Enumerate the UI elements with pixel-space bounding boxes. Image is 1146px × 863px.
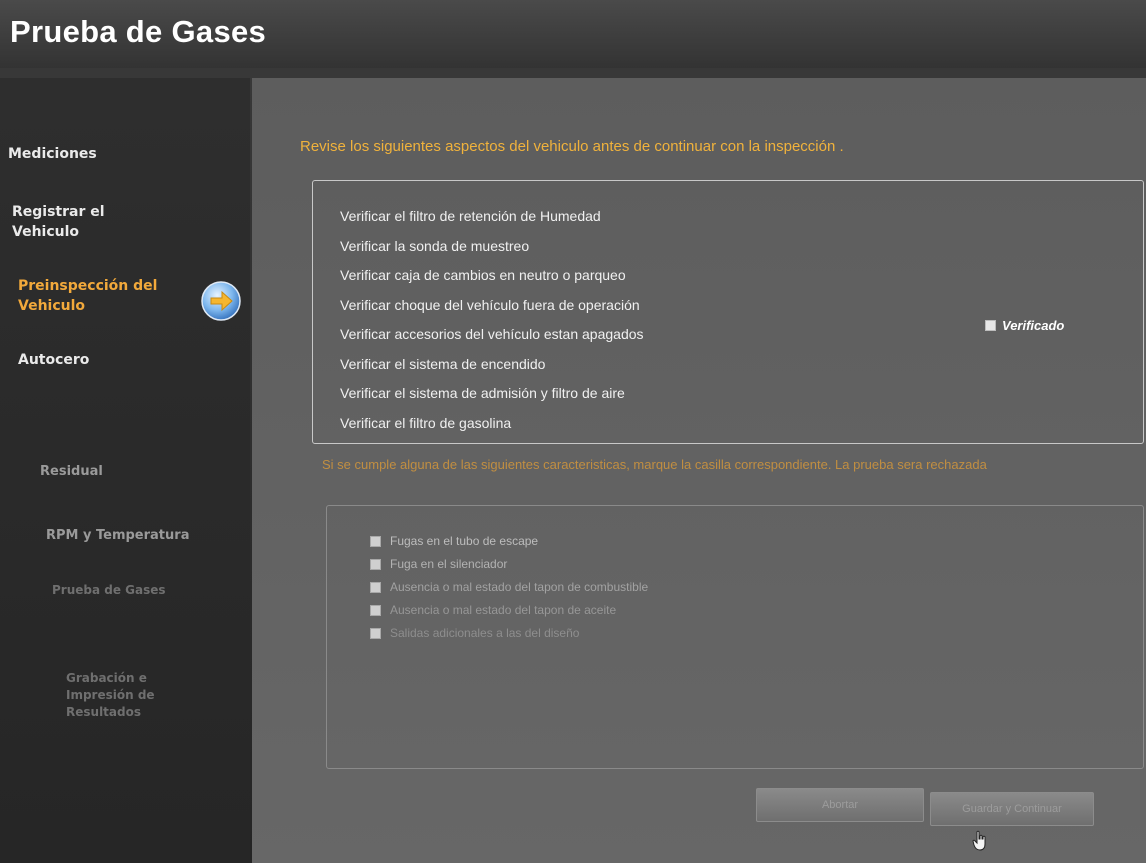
sidebar-item-autocero[interactable]: Autocero <box>18 350 89 370</box>
rejection-list: Fugas en el tubo de escape Fuga en el si… <box>370 530 648 645</box>
checkbox-icon[interactable] <box>370 605 381 616</box>
sidebar-item-preinspeccion[interactable]: Preinspección del Vehiculo <box>18 276 188 316</box>
checklist-item: Verificar caja de cambios en neutro o pa… <box>340 267 626 283</box>
checklist-item: Verificar el sistema de admisión y filtr… <box>340 385 625 401</box>
checkbox-icon[interactable] <box>370 559 381 570</box>
abort-button[interactable]: Abortar <box>756 788 924 822</box>
wizard-sidebar <box>0 78 250 863</box>
save-continue-button[interactable]: Guardar y Continuar <box>930 792 1094 826</box>
rejection-item[interactable]: Ausencia o mal estado del tapon de aceit… <box>370 599 648 622</box>
rejection-item-label: Fugas en el tubo de escape <box>390 534 539 548</box>
arrow-right-circle-icon <box>201 281 241 321</box>
rejection-item-label: Fuga en el silenciador <box>390 557 508 571</box>
sidebar-item-residual[interactable]: Residual <box>40 462 103 482</box>
sidebar-item-registrar-vehiculo[interactable]: Registrar el Vehiculo <box>12 202 132 242</box>
checkbox-icon[interactable] <box>370 628 381 639</box>
checklist-item: Verificar el filtro de retención de Hume… <box>340 208 601 224</box>
rejection-item[interactable]: Fugas en el tubo de escape <box>370 530 648 553</box>
checklist-item: Verificar choque del vehículo fuera de o… <box>340 296 640 313</box>
checklist-item: Verificar el sistema de encendido <box>340 355 546 372</box>
checkbox-icon[interactable] <box>370 536 381 547</box>
checklist: Verificar el filtro de retención de Hume… <box>340 202 644 438</box>
app-window: Prueba de Gases Mediciones Registrar el … <box>0 0 1146 863</box>
sidebar-item-grabacion-resultados[interactable]: Grabación e Impresión de Resultados <box>66 670 176 721</box>
checklist-item: Verificar el filtro de gasolina <box>340 414 512 431</box>
sidebar-item-rpm-temperatura[interactable]: RPM y Temperatura <box>46 526 189 546</box>
checkbox-icon[interactable] <box>370 582 381 593</box>
title-bar: Prueba de Gases <box>0 0 1146 68</box>
verified-label: Verificado <box>1002 318 1065 333</box>
checkbox-icon[interactable] <box>985 320 996 331</box>
rejection-item-label: Ausencia o mal estado del tapon de aceit… <box>390 603 617 617</box>
rejection-item[interactable]: Fuga en el silenciador <box>370 553 648 576</box>
rejection-item[interactable]: Salidas adicionales a las del diseño <box>370 622 648 645</box>
rejection-item[interactable]: Ausencia o mal estado del tapon de combu… <box>370 576 648 599</box>
mouse-cursor-icon <box>972 830 986 851</box>
sidebar-item-prueba-gases[interactable]: Prueba de Gases <box>52 580 166 600</box>
checklist-item: Verificar accesorios del vehículo estan … <box>340 326 644 342</box>
rejection-item-label: Ausencia o mal estado del tapon de combu… <box>390 580 649 594</box>
checklist-item: Verificar la sonda de muestreo <box>340 237 530 254</box>
verified-checkbox[interactable]: Verificado <box>985 318 1064 333</box>
instruction-text: Revise los siguientes aspectos del vehic… <box>300 138 844 155</box>
sidebar-item-mediciones[interactable]: Mediciones <box>8 144 97 164</box>
rejection-item-label: Salidas adicionales a las del diseño <box>390 626 580 640</box>
app-title: Prueba de Gases <box>10 14 267 49</box>
rejection-instruction: Si se cumple alguna de las siguientes ca… <box>322 457 987 472</box>
